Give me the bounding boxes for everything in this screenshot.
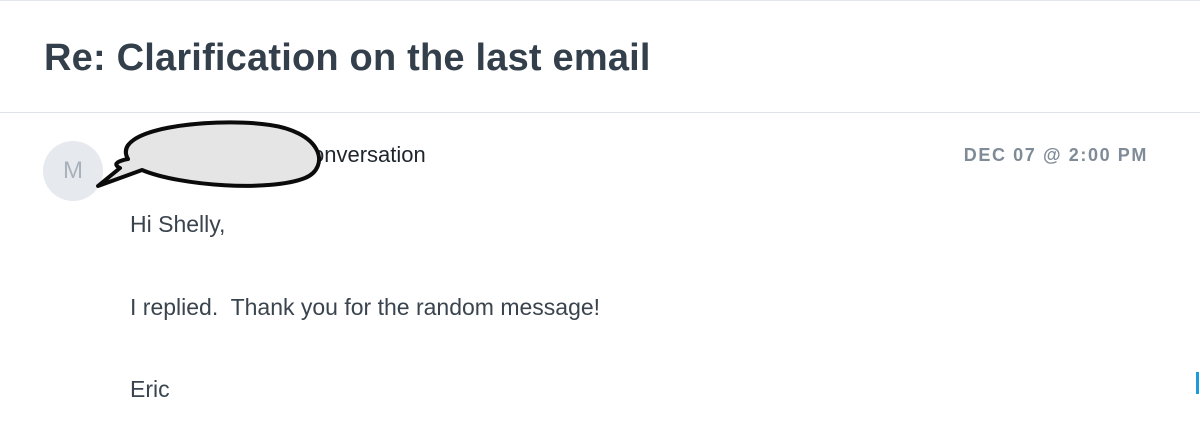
- header-divider: [0, 112, 1200, 113]
- redaction-speech-bubble: [96, 120, 321, 188]
- email-signature: Eric: [130, 376, 170, 402]
- scrollbar-edge-marker[interactable]: [1196, 372, 1199, 394]
- sender-avatar[interactable]: M: [43, 141, 103, 201]
- sender-name: onversation: [312, 142, 426, 167]
- email-timestamp: DEC 07 @ 2:00 PM: [963, 145, 1148, 165]
- email-subject: Re: Clarification on the last email: [44, 37, 651, 79]
- top-border: [0, 0, 1200, 1]
- email-message: I replied. Thank you for the random mess…: [130, 294, 601, 320]
- email-greeting: Hi Shelly,: [130, 211, 226, 237]
